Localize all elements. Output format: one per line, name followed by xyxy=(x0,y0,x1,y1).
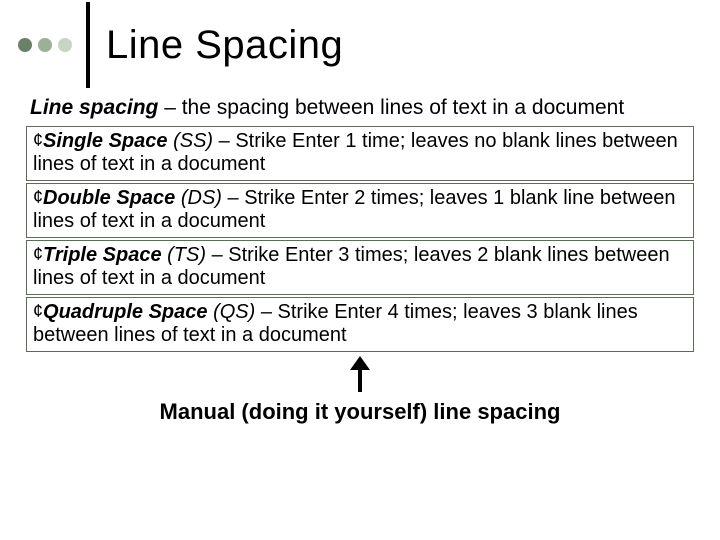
up-arrow-icon xyxy=(350,356,370,392)
item-abbr: (SS) xyxy=(168,130,214,152)
dot-icon xyxy=(58,38,72,52)
slide-header: Line Spacing xyxy=(0,0,720,90)
footer-caption: Manual (doing it yourself) line spacing xyxy=(26,399,694,425)
arrow-container xyxy=(26,356,694,397)
item-term: Quadruple Space xyxy=(43,301,208,323)
item-abbr: (QS) xyxy=(208,301,256,323)
bullet-icon: ¢ xyxy=(33,244,43,264)
item-term: Double Space xyxy=(43,187,175,209)
decorative-dots xyxy=(18,38,72,52)
spacing-item: ¢Quadruple Space (QS) – Strike Enter 4 t… xyxy=(26,297,694,352)
dot-icon xyxy=(38,38,52,52)
spacing-item: ¢Single Space (SS) – Strike Enter 1 time… xyxy=(26,126,694,181)
spacing-item: ¢Double Space (DS) – Strike Enter 2 time… xyxy=(26,183,694,238)
vertical-divider xyxy=(86,2,90,88)
slide-title: Line Spacing xyxy=(106,23,343,68)
item-abbr: (DS) xyxy=(175,187,222,209)
slide-content: Line spacing – the spacing between lines… xyxy=(0,96,720,425)
spacing-item: ¢Triple Space (TS) – Strike Enter 3 time… xyxy=(26,240,694,295)
definition-rest: – the spacing between lines of text in a… xyxy=(158,96,624,119)
bullet-icon: ¢ xyxy=(33,187,43,207)
dot-icon xyxy=(18,38,32,52)
item-abbr: (TS) xyxy=(162,244,206,266)
item-term: Single Space xyxy=(43,130,168,152)
definition-line: Line spacing – the spacing between lines… xyxy=(26,96,694,120)
definition-term: Line spacing xyxy=(30,96,158,119)
bullet-icon: ¢ xyxy=(33,130,43,150)
item-term: Triple Space xyxy=(43,244,162,266)
slide: Line Spacing Line spacing – the spacing … xyxy=(0,0,720,540)
bullet-icon: ¢ xyxy=(33,301,43,321)
